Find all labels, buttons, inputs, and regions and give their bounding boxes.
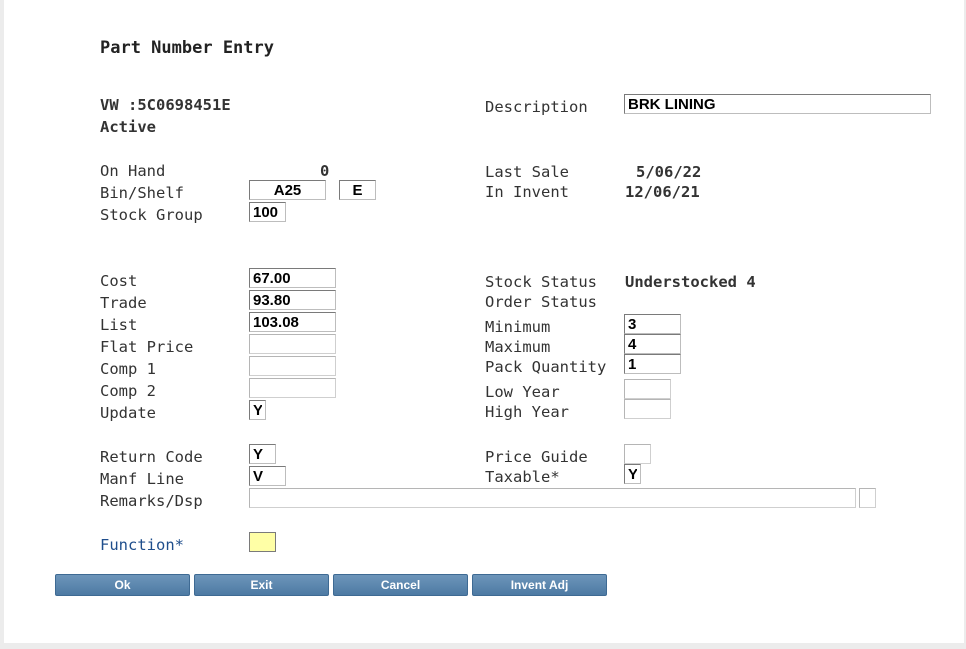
remarks-field[interactable] [249,488,856,508]
stock-status-label: Stock Status [485,273,597,291]
return-code-label: Return Code [100,448,203,466]
high-year-field[interactable] [624,399,671,419]
cost-field[interactable] [249,268,336,288]
comp2-label: Comp 2 [100,382,156,400]
maximum-field[interactable] [624,334,681,354]
invent-adj-button[interactable]: Invent Adj [472,574,607,596]
taxable-label: Taxable* [485,468,560,486]
remarks-extra-field[interactable] [859,488,876,508]
page-title: Part Number Entry [100,38,274,58]
cost-label: Cost [100,272,138,290]
high-year-label: High Year [485,403,569,421]
price-guide-label: Price Guide [485,448,588,466]
on-hand-label: On Hand [100,162,166,180]
remarks-label: Remarks/Dsp [100,492,203,510]
list-label: List [100,316,138,334]
price-guide-field[interactable] [624,444,651,464]
comp1-field[interactable] [249,356,336,376]
update-label: Update [100,404,156,422]
function-label: Function* [100,536,184,554]
flat-price-label: Flat Price [100,338,194,356]
maximum-label: Maximum [485,338,551,356]
part-number: VW :5C0698451E [100,96,231,114]
description-label: Description [485,98,588,116]
pack-quantity-label: Pack Quantity [485,358,607,376]
stock-group-field[interactable] [249,202,286,222]
taxable-field[interactable] [624,464,641,484]
cancel-button[interactable]: Cancel [333,574,468,596]
low-year-label: Low Year [485,383,560,401]
manf-line-label: Manf Line [100,470,184,488]
last-sale-value: 5/06/22 [636,163,702,181]
update-field[interactable] [249,400,266,420]
part-state: Active [100,118,156,136]
comp1-label: Comp 1 [100,360,156,378]
ok-button[interactable]: Ok [55,574,190,596]
stock-group-label: Stock Group [100,206,203,224]
shelf-field[interactable] [339,180,376,200]
flat-price-field[interactable] [249,334,336,354]
bin-shelf-label: Bin/Shelf [100,184,184,202]
on-hand-value: 0 [320,162,330,180]
return-code-field[interactable] [249,444,276,464]
trade-label: Trade [100,294,147,312]
in-invent-value: 12/06/21 [625,183,700,201]
order-status-label: Order Status [485,293,597,311]
pack-quantity-field[interactable] [624,354,681,374]
minimum-field[interactable] [624,314,681,334]
description-field[interactable] [624,94,931,114]
list-field[interactable] [249,312,336,332]
part-entry-screen: Part Number Entry VW :5C0698451E Active … [4,0,964,643]
last-sale-label: Last Sale [485,163,569,181]
manf-line-field[interactable] [249,466,286,486]
comp2-field[interactable] [249,378,336,398]
in-invent-label: In Invent [485,183,569,201]
minimum-label: Minimum [485,318,551,336]
low-year-field[interactable] [624,379,671,399]
stock-status-value: Understocked 4 [625,273,756,291]
bin-field[interactable] [249,180,326,200]
trade-field[interactable] [249,290,336,310]
function-field[interactable] [249,532,276,552]
exit-button[interactable]: Exit [194,574,329,596]
